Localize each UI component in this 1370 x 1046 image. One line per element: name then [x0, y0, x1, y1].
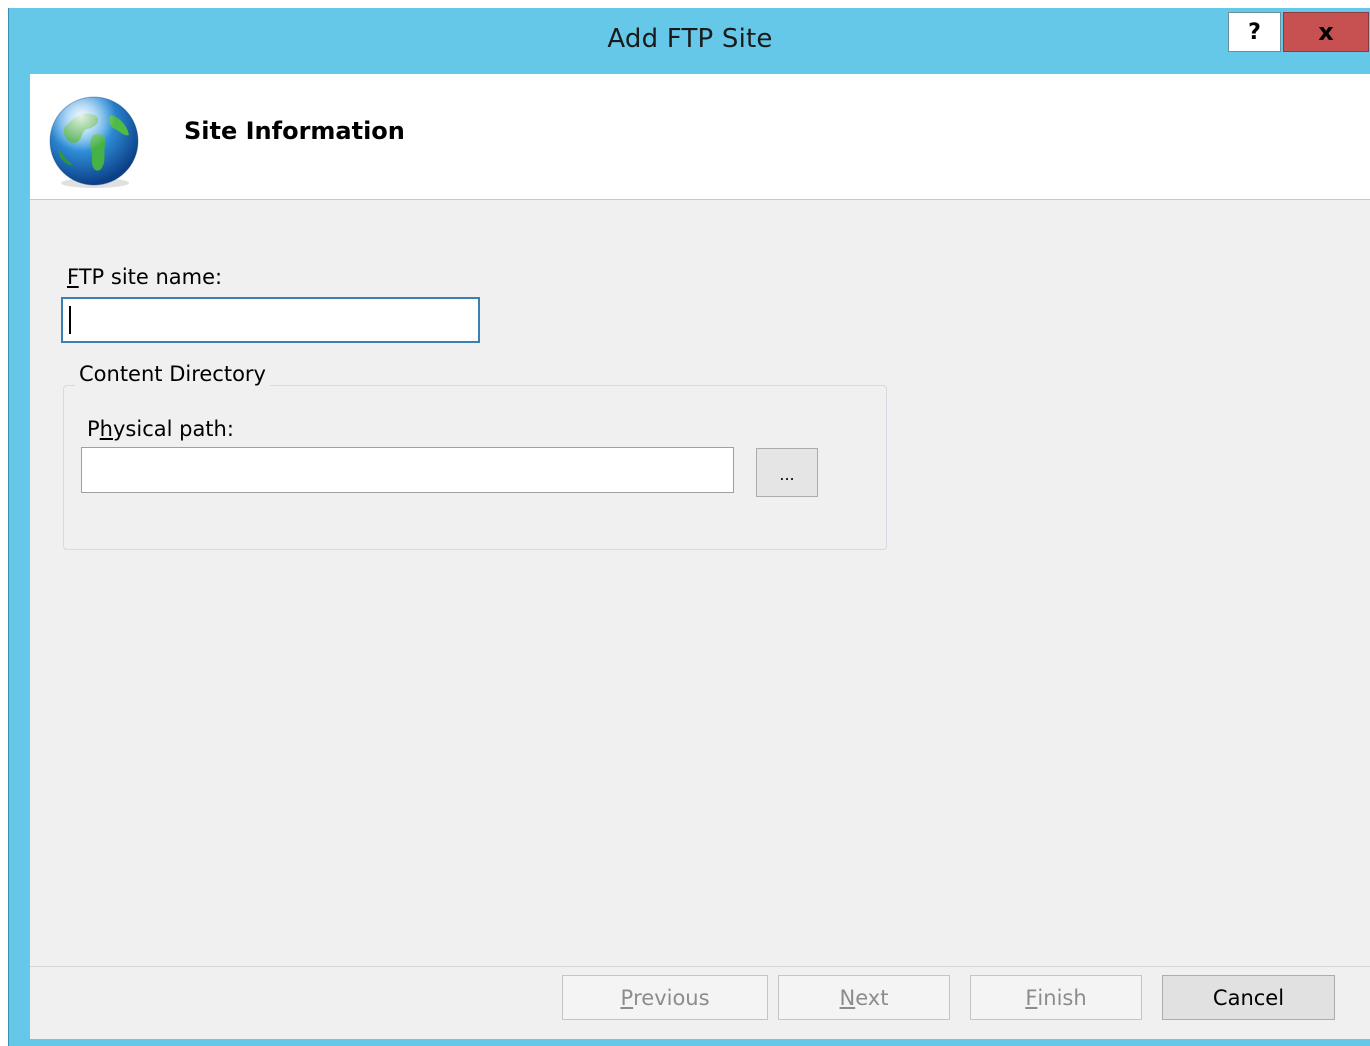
help-button[interactable]: ? — [1228, 12, 1281, 52]
browse-ellipsis: ... — [779, 465, 795, 484]
text-caret — [69, 306, 71, 334]
ftp-site-name-input[interactable] — [61, 297, 480, 343]
cancel-button[interactable]: Cancel — [1162, 975, 1335, 1020]
wizard-header: Site Information — [30, 74, 1370, 200]
footer-separator — [30, 966, 1370, 967]
close-button[interactable]: x — [1283, 12, 1369, 52]
browse-button[interactable]: ... — [756, 448, 818, 497]
previous-button[interactable]: Previous — [562, 975, 768, 1020]
add-ftp-site-dialog: Add FTP Site ? x Site Information FTP si… — [8, 8, 1370, 1046]
next-button[interactable]: Next — [778, 975, 950, 1020]
finish-button[interactable]: Finish — [970, 975, 1142, 1020]
globe-icon — [49, 96, 139, 188]
dialog-body: Site Information FTP site name: Content … — [30, 74, 1370, 1039]
physical-path-input[interactable] — [81, 447, 734, 493]
close-icon: x — [1318, 18, 1334, 46]
help-icon: ? — [1248, 19, 1261, 45]
ftp-site-name-label: FTP site name: — [67, 265, 223, 289]
content-directory-legend: Content Directory — [75, 362, 270, 386]
physical-path-label: Physical path: — [87, 417, 234, 441]
page-title: Site Information — [184, 117, 405, 145]
title-bar[interactable]: Add FTP Site ? x — [9, 8, 1370, 73]
window-title: Add FTP Site — [607, 24, 773, 54]
